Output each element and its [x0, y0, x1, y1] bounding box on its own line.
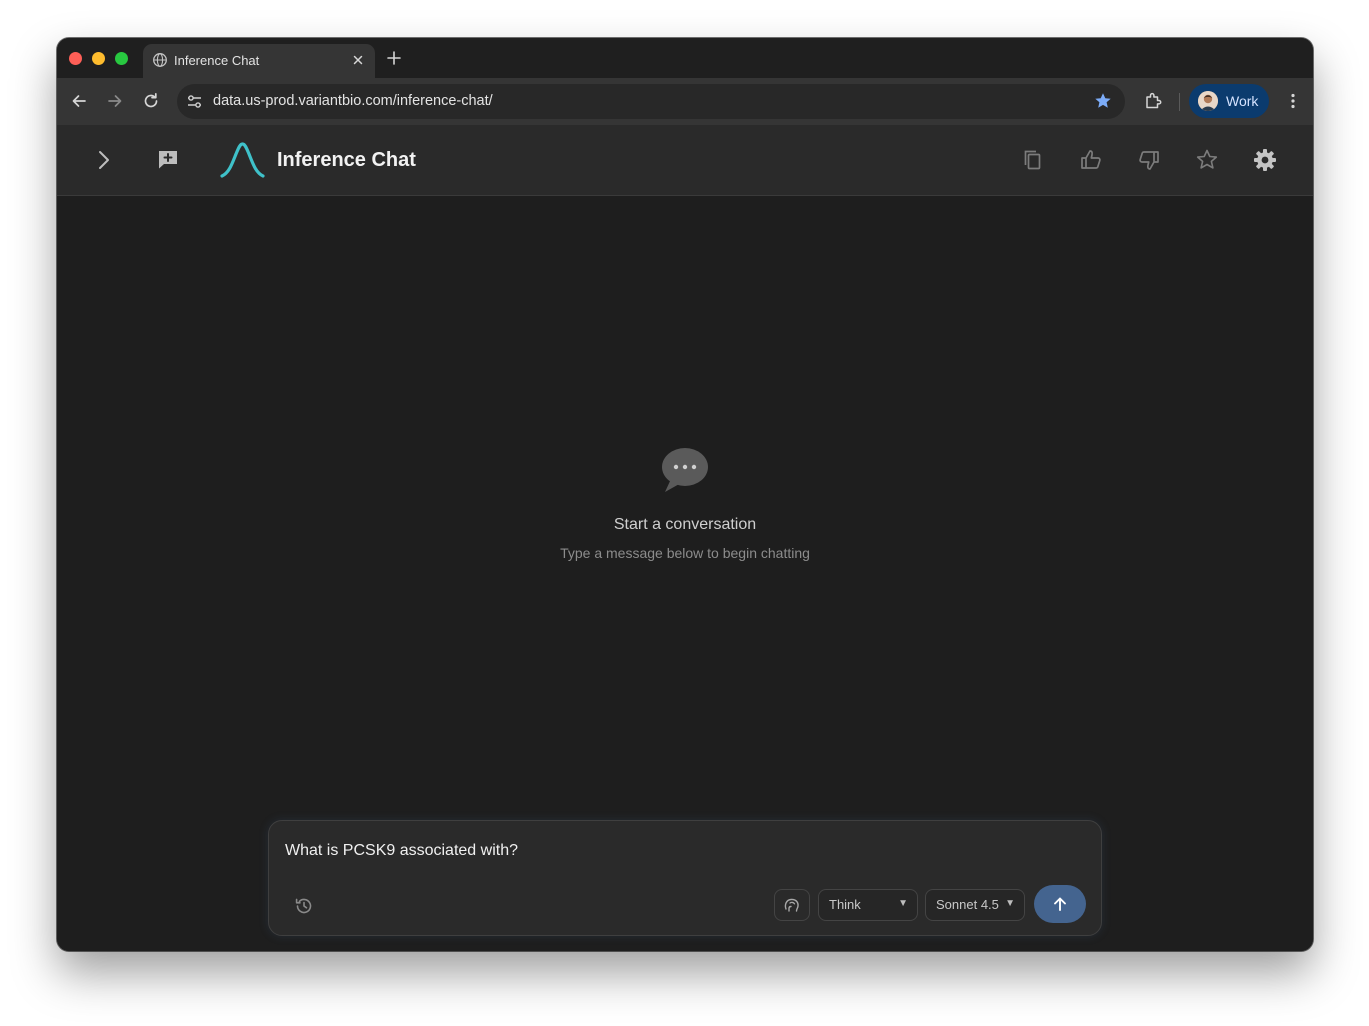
- page-title: Inference Chat: [277, 149, 416, 171]
- new-tab-plus-icon[interactable]: [385, 49, 403, 67]
- gear-icon[interactable]: [1252, 147, 1278, 173]
- send-button[interactable]: [1034, 885, 1086, 923]
- message-composer: Think ▼ Sonnet 4.5 ▼: [268, 820, 1102, 936]
- thumbs-up-icon[interactable]: [1078, 147, 1104, 173]
- url-text[interactable]: data.us-prod.variantbio.com/inference-ch…: [213, 93, 493, 109]
- message-input[interactable]: [285, 839, 1065, 863]
- model-value: Sonnet 4.5: [936, 897, 999, 912]
- model-select[interactable]: Sonnet 4.5 ▼: [925, 889, 1025, 921]
- empty-state-title: Start a conversation: [613, 516, 757, 533]
- profile-button[interactable]: Work: [1189, 84, 1269, 118]
- globe-icon: [153, 53, 167, 67]
- extensions-puzzle-icon[interactable]: [1143, 91, 1163, 111]
- tab-strip: Inference Chat: [57, 38, 1313, 78]
- expand-sidebar-chevron-icon[interactable]: [91, 147, 117, 173]
- browser-toolbar: data.us-prod.variantbio.com/inference-ch…: [57, 78, 1313, 125]
- back-arrow-icon[interactable]: [69, 91, 89, 111]
- close-icon[interactable]: [350, 52, 366, 68]
- caret-down-icon: ▼: [898, 898, 908, 909]
- avatar: [1198, 91, 1218, 111]
- more-options-icon[interactable]: [1283, 91, 1303, 111]
- star-favorite-icon[interactable]: [1194, 147, 1220, 173]
- browser-tab-active[interactable]: Inference Chat: [143, 44, 375, 78]
- history-icon[interactable]: [293, 895, 315, 917]
- app-header: Inference Chat: [57, 125, 1313, 196]
- caret-down-icon: ▼: [1005, 898, 1015, 909]
- maximize-window-button[interactable]: [115, 52, 128, 65]
- new-chat-icon[interactable]: [155, 147, 181, 173]
- toolbar-divider: [1179, 93, 1180, 111]
- chat-main-area: Start a conversation Type a message belo…: [57, 196, 1313, 951]
- minimize-window-button[interactable]: [92, 52, 105, 65]
- avatar-person-icon: [1198, 91, 1218, 111]
- close-window-button[interactable]: [69, 52, 82, 65]
- reload-icon[interactable]: [141, 91, 161, 111]
- arrow-up-icon: [1054, 897, 1066, 911]
- think-mode-select[interactable]: Think ▼: [818, 889, 918, 921]
- copy-icon[interactable]: [1020, 147, 1046, 173]
- chat-bubble-icon: [662, 448, 708, 492]
- brain-icon: [784, 898, 799, 912]
- tab-title: Inference Chat: [174, 53, 260, 68]
- empty-state-subtitle: Type a message below to begin chatting: [560, 545, 810, 561]
- address-bar[interactable]: data.us-prod.variantbio.com/inference-ch…: [177, 84, 1125, 119]
- bookmark-star-icon[interactable]: [1093, 91, 1113, 111]
- forward-arrow-icon[interactable]: [105, 91, 125, 111]
- think-mode-value: Think: [829, 897, 861, 912]
- browser-window: Inference Chat data.us-prod.variantbio.c…: [57, 38, 1313, 951]
- profile-label: Work: [1226, 93, 1259, 109]
- thumbs-down-icon[interactable]: [1136, 147, 1162, 173]
- inference-logo-icon: [220, 142, 265, 178]
- site-settings-icon[interactable]: [185, 92, 204, 111]
- tools-button[interactable]: [774, 889, 810, 921]
